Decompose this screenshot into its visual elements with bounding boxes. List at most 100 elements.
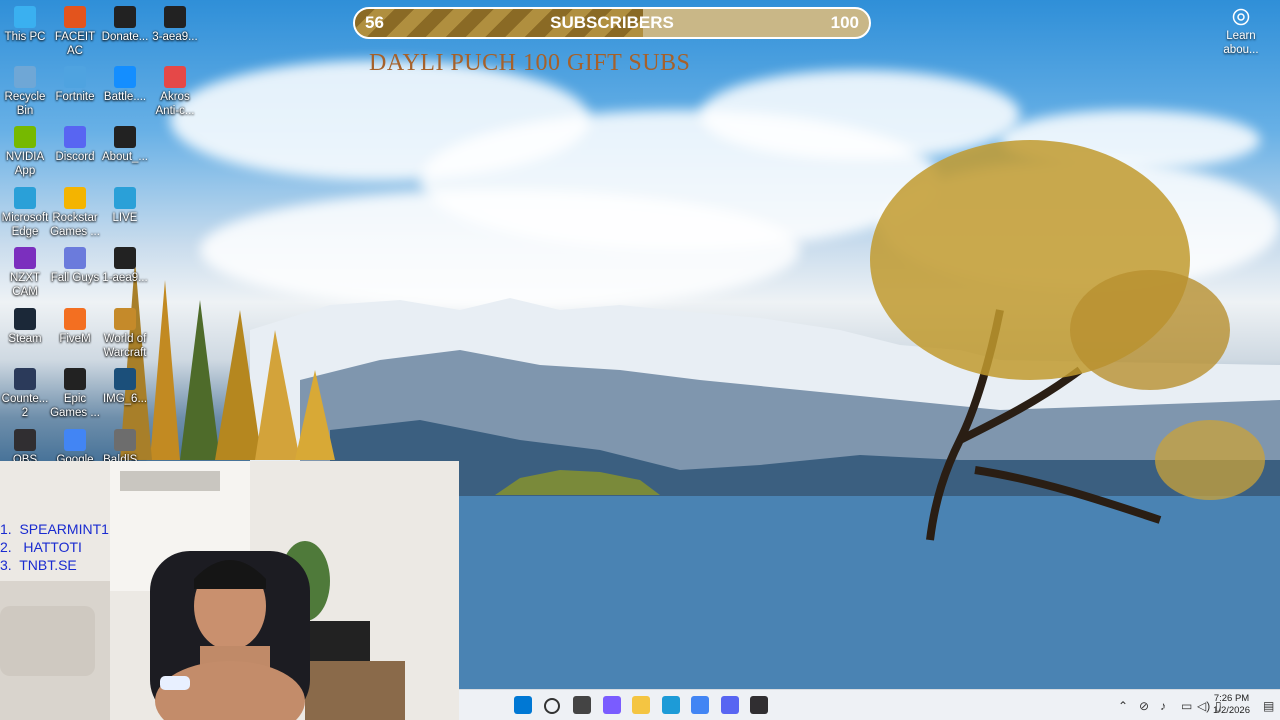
notifications-icon[interactable]: ▤ xyxy=(1263,699,1274,713)
desktop-icon-label: 1-aea9... xyxy=(102,272,148,284)
list-item: 3. TNBT.SE xyxy=(0,557,77,573)
desktop-icon-edge[interactable]: LIVE xyxy=(100,187,150,225)
task-view-button[interactable] xyxy=(573,696,591,714)
battlenet-icon xyxy=(114,66,136,88)
learn-about-label: Learn abou... xyxy=(1223,30,1259,56)
desktop-icon-label: Epic Games ... xyxy=(50,393,100,419)
desktop-icon-edge[interactable]: Microsoft Edge xyxy=(0,187,50,239)
desktop-icon-fallguys[interactable]: Fall Guys xyxy=(50,247,100,285)
desktop-icon-label: World of Warcraft xyxy=(103,333,147,359)
steam-icon xyxy=(14,308,36,330)
desktop-icon-label: NVIDIA App xyxy=(5,151,45,177)
desktop-icon-label: Recycle Bin xyxy=(4,91,46,117)
chevron-up-icon[interactable]: ⌃ xyxy=(1118,699,1128,713)
desktop-icon-label: Donate... xyxy=(101,31,149,43)
edge-icon xyxy=(14,187,36,209)
desktop-icon-rockstar[interactable]: Rockstar Games ... xyxy=(50,187,100,239)
camera-icon xyxy=(1232,8,1250,26)
epic-icon xyxy=(64,368,86,390)
edge-button[interactable] xyxy=(661,696,680,714)
chrome-icon xyxy=(64,429,86,451)
subscriber-count: 56 xyxy=(365,13,384,32)
desktop-icon-akros[interactable]: Akros Anti-c... xyxy=(150,66,200,118)
webcam-scene xyxy=(0,461,459,720)
desktop-icon-label: This PC xyxy=(4,31,46,43)
promo-text: DAYLI PUCH 100 GIFT SUBS xyxy=(369,50,691,76)
desktop-icon-file[interactable]: About_... xyxy=(100,126,150,164)
learn-about-picture-widget[interactable]: Learn abou... xyxy=(1218,8,1264,57)
file-explorer-button[interactable] xyxy=(632,696,650,714)
desktop-icon-faceit[interactable]: FACEIT AC xyxy=(50,6,100,58)
recycle-bin-icon xyxy=(14,66,36,88)
desktop-icon-label: NZXT CAM xyxy=(9,272,41,298)
chrome-button[interactable] xyxy=(691,696,709,714)
desktop-icon-label: FACEIT AC xyxy=(54,31,96,57)
list-item: 2. HATTOTI xyxy=(0,539,82,555)
subscriber-goal-bar: SUBSCRIBERS 56 100 xyxy=(353,7,871,39)
fallguys-icon xyxy=(64,247,86,269)
cs2-icon xyxy=(14,368,36,390)
desktop-icon-label: Akros Anti-c... xyxy=(155,91,195,117)
file-icon xyxy=(164,6,186,28)
fivem-icon xyxy=(64,308,86,330)
desktop-icon-epic[interactable]: Epic Games ... xyxy=(50,368,100,420)
desktop-icon-image[interactable]: IMG_6... xyxy=(100,368,150,406)
faceit-icon xyxy=(64,6,86,28)
volume-icon[interactable]: ◁) xyxy=(1197,699,1210,713)
clock-date: 1/2/2026 xyxy=(1213,705,1250,716)
start-button[interactable] xyxy=(514,696,532,714)
desktop-icon-fivem[interactable]: FiveM xyxy=(50,308,100,346)
desktop-icon-wow[interactable]: World of Warcraft xyxy=(100,308,150,360)
fortnite-icon xyxy=(64,66,86,88)
webcam-feed: 1. SPEARMINT1 2. HATTOTI 3. TNBT.SE xyxy=(0,461,459,720)
system-clock[interactable]: 7:26 PM 1/2/2026 xyxy=(1213,693,1250,717)
desktop-icon-cs2[interactable]: Counte... 2 xyxy=(0,368,50,420)
clock-time: 7:26 PM xyxy=(1213,693,1250,704)
rockstar-icon xyxy=(64,187,86,209)
desktop-icon-nvidia[interactable]: NVIDIA App xyxy=(0,126,50,178)
desktop-icon-label: Microsoft Edge xyxy=(1,212,49,238)
search-button[interactable] xyxy=(543,698,560,714)
desktop-icon-label: 3-aea9... xyxy=(152,31,198,43)
donate-icon xyxy=(114,6,136,28)
desktop-icon-recycle-bin[interactable]: Recycle Bin xyxy=(0,66,50,118)
desktop-icon-discord[interactable]: Discord xyxy=(50,126,100,164)
desktop-icon-label: Steam xyxy=(8,333,42,345)
desktop-icon-file[interactable]: 1-aea9... xyxy=(100,247,150,285)
microphone-icon[interactable]: ♪ xyxy=(1160,699,1166,713)
discord-button[interactable] xyxy=(720,696,739,714)
desktop-icon-fortnite[interactable]: Fortnite xyxy=(50,66,100,104)
desktop-icon-label: Discord xyxy=(55,151,95,163)
desktop-icon-label: Fortnite xyxy=(55,91,95,103)
network-icon[interactable]: ⊘ xyxy=(1139,699,1149,713)
edge-icon xyxy=(114,187,136,209)
desktop-icon-label: Fall Guys xyxy=(50,272,100,284)
nvidia-icon xyxy=(14,126,36,148)
taskbar: ⌃ ⊘ ♪ ▭ ◁) ▯ 7:26 PM 1/2/2026 ▤ xyxy=(459,689,1280,720)
display-icon[interactable]: ▭ xyxy=(1181,699,1192,713)
top-gifters-list: 1. SPEARMINT1 2. HATTOTI 3. TNBT.SE xyxy=(0,520,109,574)
obs-button[interactable] xyxy=(750,696,768,714)
desktop-icon-steam[interactable]: Steam xyxy=(0,308,50,346)
desktop-icon-this-pc[interactable]: This PC xyxy=(0,6,50,44)
list-item: 1. SPEARMINT1 xyxy=(0,521,109,537)
desktop-icon-nzxt[interactable]: NZXT CAM xyxy=(0,247,50,299)
wow-icon xyxy=(114,308,136,330)
desktop-icon-battlenet[interactable]: Battle.... xyxy=(100,66,150,104)
subscriber-goal-label: SUBSCRIBERS xyxy=(550,13,674,32)
desktop-icon-label: Rockstar Games ... xyxy=(50,212,100,238)
copilot-button[interactable] xyxy=(602,696,621,714)
discord-icon xyxy=(64,126,86,148)
subscriber-goal-target: 100 xyxy=(830,13,859,32)
desktop-icon-donate[interactable]: Donate... xyxy=(100,6,150,44)
desktop-icon-label: Counte... 2 xyxy=(1,393,49,419)
file-icon xyxy=(114,126,136,148)
nzxt-icon xyxy=(14,247,36,269)
desktop-icon-label: About_... xyxy=(101,151,149,163)
image-icon xyxy=(114,429,136,451)
desktop-icon-file[interactable]: 3-aea9... xyxy=(150,6,200,44)
akros-icon xyxy=(164,66,186,88)
this-pc-icon xyxy=(14,6,36,28)
desktop-icon-label: Battle.... xyxy=(103,91,147,103)
desktop-icon-label: IMG_6... xyxy=(102,393,148,405)
